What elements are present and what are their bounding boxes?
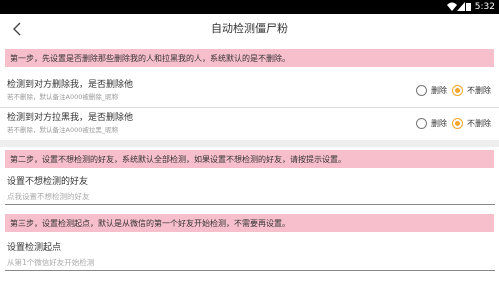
radio-keep[interactable]: 不删除 bbox=[452, 118, 491, 129]
signal-icon bbox=[457, 2, 465, 11]
delete-check-row: 检测到对方删除我，是否删除他 若不删除，默认备注A000被删除_昵称 删除 不删… bbox=[0, 75, 499, 107]
exclude-friends-label: 设置不想检测的好友 bbox=[7, 177, 89, 187]
radio-delete[interactable]: 删除 bbox=[416, 85, 447, 96]
page-title: 自动检测僵尸粉 bbox=[211, 22, 288, 35]
app-bar: 自动检测僵尸粉 bbox=[0, 14, 499, 44]
status-time: 5:32 bbox=[474, 2, 495, 12]
radio-circle-selected-icon bbox=[452, 118, 463, 129]
wifi-icon bbox=[447, 2, 457, 11]
exclude-friends-input[interactable] bbox=[5, 189, 495, 205]
start-point-input[interactable] bbox=[5, 255, 495, 271]
radio-circle-selected-icon bbox=[452, 85, 463, 96]
radio-label: 删除 bbox=[431, 86, 447, 95]
section-separator bbox=[0, 140, 499, 147]
radio-label: 不删除 bbox=[467, 86, 491, 95]
block-check-row: 检测到对方拉黑我，是否删除他 若不删除，默认备注A000被拉黑_昵称 删除 不删… bbox=[0, 108, 499, 140]
row-main-text: 检测到对方拉黑我，是否删除他 bbox=[7, 113, 134, 123]
radio-keep[interactable]: 不删除 bbox=[452, 85, 491, 96]
row-main-text: 检测到对方删除我，是否删除他 bbox=[7, 80, 134, 90]
radio-circle-icon bbox=[416, 118, 427, 129]
step3-banner: 第三步，设置检测起点，默认是从微信的第一个好友开始检测，不需要再设置。 bbox=[5, 214, 494, 232]
row-sub-text: 若不删除，默认备注A000被拉黑_昵称 bbox=[7, 126, 119, 134]
radio-label: 删除 bbox=[431, 119, 447, 128]
radio-label: 不删除 bbox=[467, 119, 491, 128]
start-point-label: 设置检测起点 bbox=[7, 243, 62, 253]
step2-banner: 第二步，设置不想检测的好友，系统默认全部检测，如果设置不想检测的好友，请按提示设… bbox=[5, 150, 494, 168]
step1-banner: 第一步，先设置是否删除那些删除我的人和拉黑我的人，系统默认的是不删除。 bbox=[5, 49, 494, 67]
radio-delete[interactable]: 删除 bbox=[416, 118, 447, 129]
status-bar: 5:32 bbox=[0, 0, 499, 14]
battery-icon bbox=[466, 3, 471, 11]
row-sub-text: 若不删除，默认备注A000被删除_昵称 bbox=[7, 93, 119, 101]
radio-circle-icon bbox=[416, 85, 427, 96]
